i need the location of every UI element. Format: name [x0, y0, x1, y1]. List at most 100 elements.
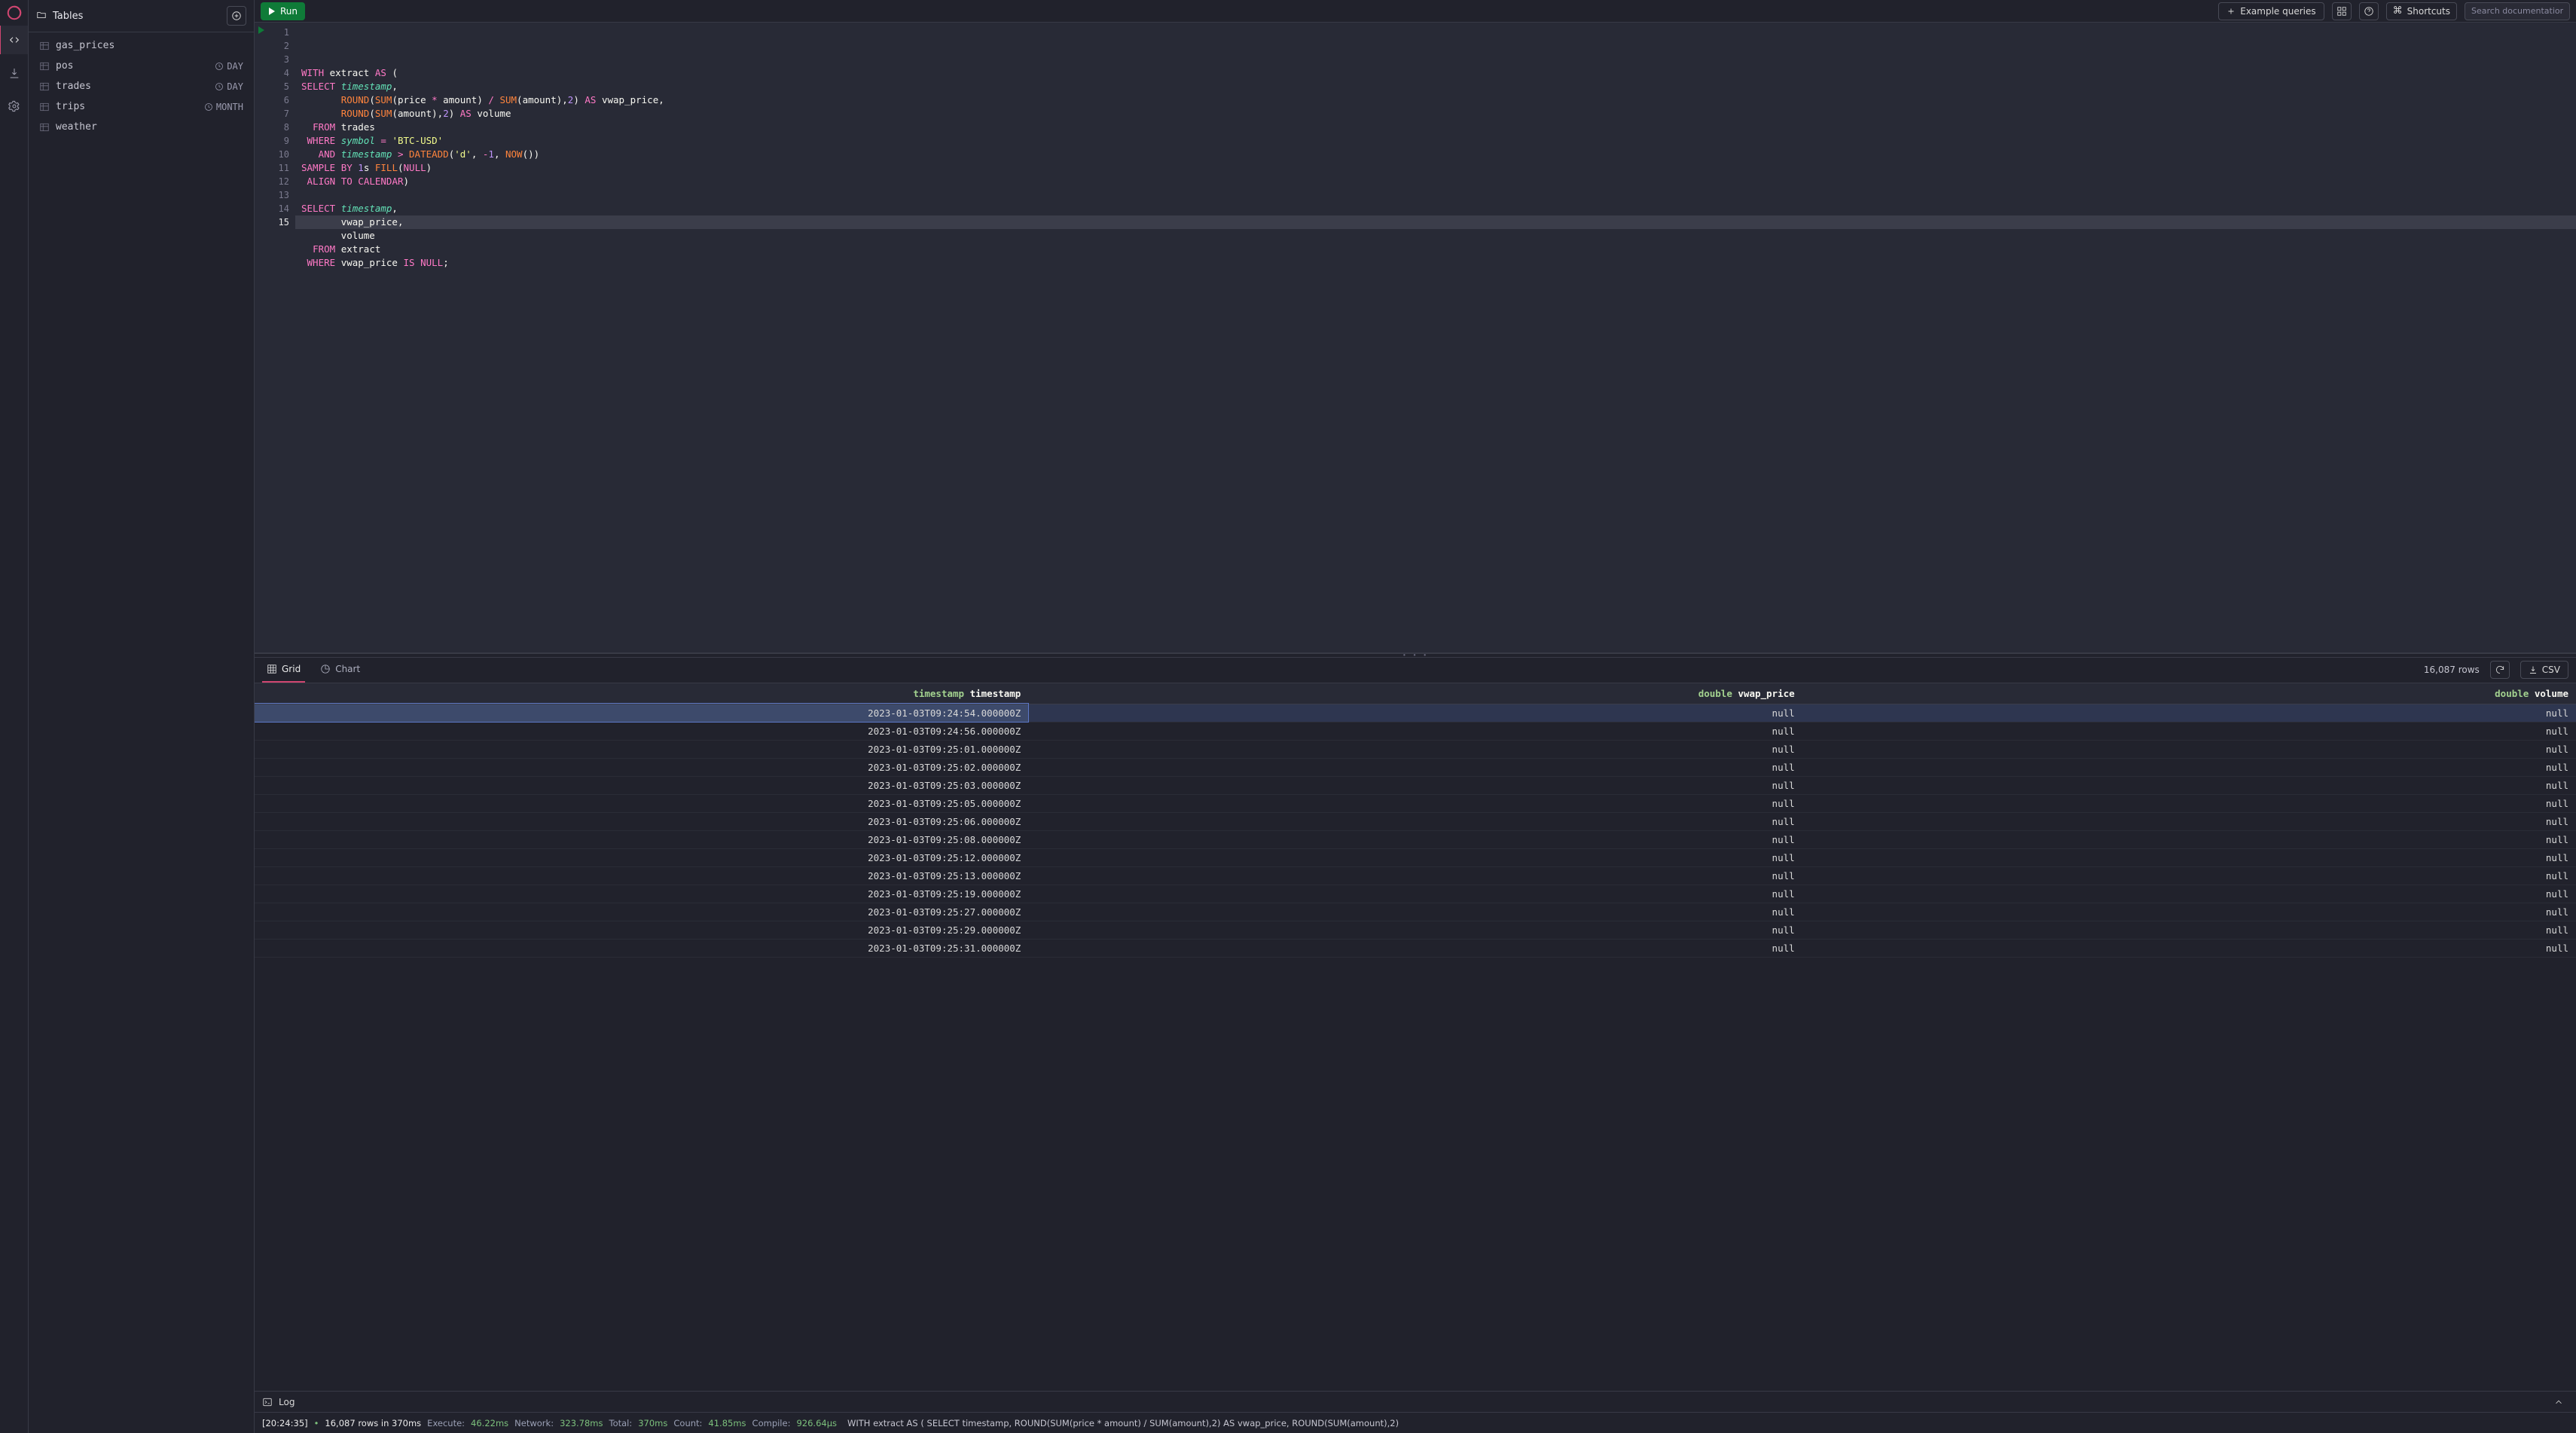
sql-editor[interactable]: 123456789101112131415 WITH extract AS ( … — [255, 23, 2576, 653]
cell[interactable]: 2023-01-03T09:25:05.000000Z — [255, 794, 1028, 812]
cell[interactable]: null — [1802, 921, 2576, 939]
cell[interactable]: 2023-01-03T09:24:54.000000Z — [255, 704, 1028, 722]
table-row[interactable]: 2023-01-03T09:25:05.000000Znullnull — [255, 794, 2576, 812]
cell[interactable]: null — [1028, 812, 1802, 830]
status-rows: 16,087 rows in 370ms — [325, 1418, 421, 1428]
cell[interactable]: null — [1028, 722, 1802, 740]
toolbar-help-icon[interactable] — [2359, 2, 2379, 20]
cell[interactable]: null — [1028, 740, 1802, 758]
sidebar-title: Tables — [53, 11, 221, 22]
tab-chart[interactable]: Chart — [316, 657, 365, 683]
table-age: DAY — [215, 81, 243, 92]
cell[interactable]: 2023-01-03T09:25:19.000000Z — [255, 885, 1028, 903]
cell[interactable]: null — [1028, 794, 1802, 812]
cell[interactable]: null — [1028, 830, 1802, 848]
cell[interactable]: null — [1028, 903, 1802, 921]
shortcuts-button[interactable]: ⌘ Shortcuts — [2386, 2, 2457, 20]
gutter-run-icon[interactable] — [258, 26, 265, 36]
rail-settings-icon[interactable] — [0, 92, 29, 121]
cell[interactable]: null — [1802, 866, 2576, 885]
table-icon — [39, 102, 50, 112]
shortcuts-label: Shortcuts — [2407, 6, 2450, 17]
table-row[interactable]: 2023-01-03T09:25:06.000000Znullnull — [255, 812, 2576, 830]
cell[interactable]: 2023-01-03T09:25:31.000000Z — [255, 939, 1028, 957]
cell[interactable]: 2023-01-03T09:25:01.000000Z — [255, 740, 1028, 758]
column-header[interactable]: timestamp timestamp — [255, 683, 1028, 704]
table-item[interactable]: tradesDAY — [29, 76, 254, 96]
cell[interactable]: null — [1802, 722, 2576, 740]
table-row[interactable]: 2023-01-03T09:25:03.000000Znullnull — [255, 776, 2576, 794]
table-row[interactable]: 2023-01-03T09:24:54.000000Znullnull — [255, 704, 2576, 722]
table-row[interactable]: 2023-01-03T09:25:29.000000Znullnull — [255, 921, 2576, 939]
cell[interactable]: null — [1028, 758, 1802, 776]
cell[interactable]: 2023-01-03T09:25:13.000000Z — [255, 866, 1028, 885]
cell[interactable]: null — [1802, 758, 2576, 776]
cell[interactable]: null — [1028, 866, 1802, 885]
status-total-label: Total: — [609, 1418, 633, 1428]
cell[interactable]: null — [1802, 794, 2576, 812]
cell[interactable]: 2023-01-03T09:25:06.000000Z — [255, 812, 1028, 830]
horizontal-splitter[interactable]: • • • — [255, 653, 2576, 658]
cell[interactable]: 2023-01-03T09:25:12.000000Z — [255, 848, 1028, 866]
cell[interactable]: null — [1028, 885, 1802, 903]
status-count-label: Count: — [673, 1418, 702, 1428]
results-grid[interactable]: timestamp timestampdouble vwap_pricedoub… — [255, 683, 2576, 1391]
cell[interactable]: null — [1802, 848, 2576, 866]
cell[interactable]: null — [1802, 903, 2576, 921]
table-item[interactable]: weather — [29, 117, 254, 137]
add-table-button[interactable] — [227, 6, 246, 26]
cell[interactable]: 2023-01-03T09:25:02.000000Z — [255, 758, 1028, 776]
table-row[interactable]: 2023-01-03T09:24:56.000000Znullnull — [255, 722, 2576, 740]
table-icon — [39, 61, 50, 72]
column-header[interactable]: double volume — [1802, 683, 2576, 704]
table-item[interactable]: gas_prices — [29, 35, 254, 56]
cell[interactable]: null — [1802, 812, 2576, 830]
log-collapse-icon[interactable] — [2549, 1393, 2568, 1411]
grid-icon — [267, 664, 277, 674]
cell[interactable]: null — [1802, 740, 2576, 758]
download-icon — [2529, 665, 2538, 674]
table-row[interactable]: 2023-01-03T09:25:08.000000Znullnull — [255, 830, 2576, 848]
cell[interactable]: 2023-01-03T09:25:08.000000Z — [255, 830, 1028, 848]
log-label[interactable]: Log — [279, 1397, 295, 1407]
cell[interactable]: null — [1028, 848, 1802, 866]
rail-import-icon[interactable] — [0, 59, 29, 87]
editor-gutter: 123456789101112131415 — [268, 23, 295, 652]
table-row[interactable]: 2023-01-03T09:25:12.000000Znullnull — [255, 848, 2576, 866]
table-row[interactable]: 2023-01-03T09:25:19.000000Znullnull — [255, 885, 2576, 903]
table-item[interactable]: posDAY — [29, 56, 254, 76]
cell[interactable]: null — [1802, 704, 2576, 722]
search-docs-input[interactable] — [2465, 2, 2570, 20]
table-item[interactable]: tripsMONTH — [29, 96, 254, 117]
refresh-button[interactable] — [2490, 661, 2510, 679]
left-rail — [0, 0, 29, 1433]
cell[interactable]: 2023-01-03T09:25:29.000000Z — [255, 921, 1028, 939]
rail-editor-icon[interactable] — [0, 26, 28, 54]
toolbar-grid-icon[interactable] — [2332, 2, 2352, 20]
editor-code[interactable]: WITH extract AS ( SELECT timestamp, ROUN… — [295, 23, 2576, 652]
cell[interactable]: null — [1802, 776, 2576, 794]
cell[interactable]: null — [1028, 921, 1802, 939]
example-queries-button[interactable]: Example queries — [2218, 2, 2324, 20]
cell[interactable]: null — [1802, 885, 2576, 903]
cell[interactable]: null — [1802, 830, 2576, 848]
cell[interactable]: 2023-01-03T09:25:27.000000Z — [255, 903, 1028, 921]
table-row[interactable]: 2023-01-03T09:25:27.000000Znullnull — [255, 903, 2576, 921]
table-name: pos — [56, 60, 209, 72]
table-icon — [39, 81, 50, 92]
cell[interactable]: null — [1028, 776, 1802, 794]
cell[interactable]: 2023-01-03T09:24:56.000000Z — [255, 722, 1028, 740]
table-row[interactable]: 2023-01-03T09:25:31.000000Znullnull — [255, 939, 2576, 957]
table-row[interactable]: 2023-01-03T09:25:02.000000Znullnull — [255, 758, 2576, 776]
cell[interactable]: null — [1028, 704, 1802, 722]
cell[interactable]: null — [1028, 939, 1802, 957]
tables-list: gas_pricesposDAYtradesDAYtripsMONTHweath… — [29, 32, 254, 140]
run-button[interactable]: Run — [261, 2, 305, 20]
export-csv-button[interactable]: CSV — [2520, 661, 2568, 679]
table-row[interactable]: 2023-01-03T09:25:01.000000Znullnull — [255, 740, 2576, 758]
column-header[interactable]: double vwap_price — [1028, 683, 1802, 704]
cell[interactable]: 2023-01-03T09:25:03.000000Z — [255, 776, 1028, 794]
tab-grid[interactable]: Grid — [262, 657, 305, 683]
table-row[interactable]: 2023-01-03T09:25:13.000000Znullnull — [255, 866, 2576, 885]
cell[interactable]: null — [1802, 939, 2576, 957]
